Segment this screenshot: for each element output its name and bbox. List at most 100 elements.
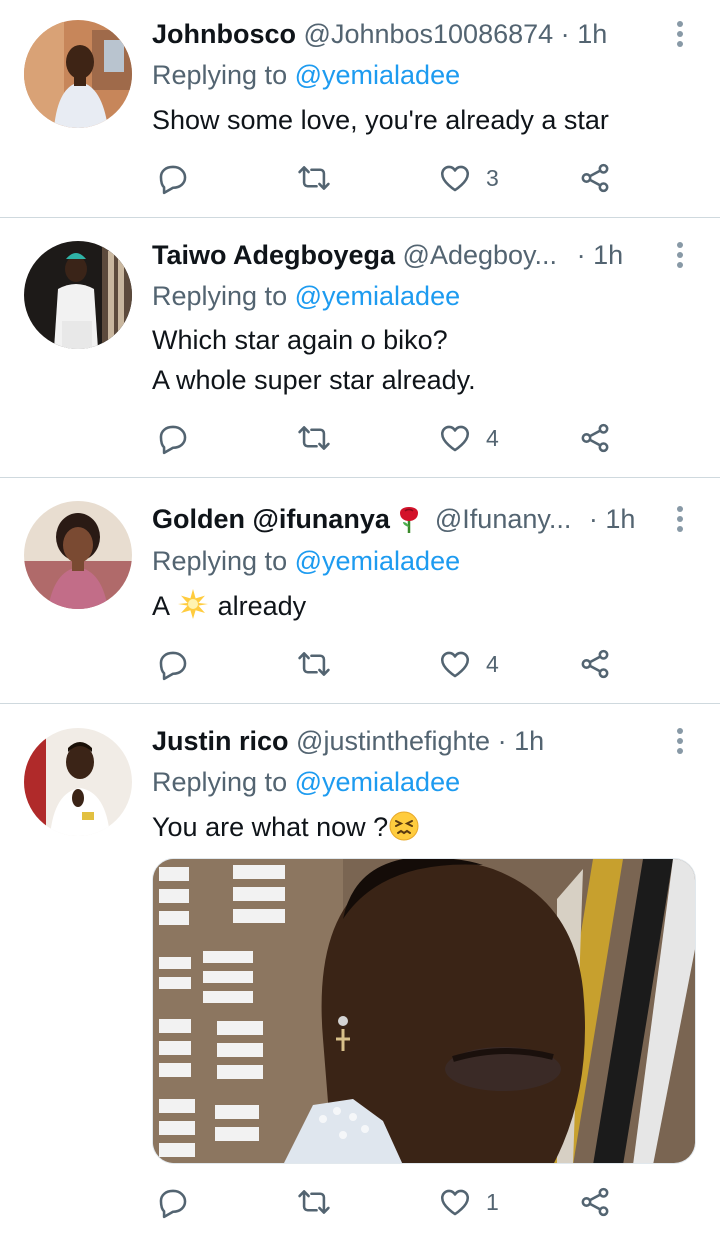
like-button[interactable]: 1 — [438, 1182, 499, 1222]
user-handle[interactable]: @justinthefighte — [296, 726, 490, 756]
reply-icon — [159, 1189, 187, 1219]
avatar-photo — [24, 501, 132, 609]
share-icon — [581, 649, 609, 679]
replying-to-label: Replying to — [152, 60, 288, 90]
replying-to: Replying to @yemialadee — [152, 279, 460, 313]
like-button[interactable]: 3 — [438, 158, 499, 198]
tweet-text-line: Show some love, you're already a star — [152, 105, 609, 135]
tweet-text-line: A whole super star already. — [152, 365, 476, 395]
tweet[interactable]: Taiwo Adegboyega @Adegboy... · 1h Replyi… — [0, 218, 720, 478]
replying-to: Replying to @yemialadee — [152, 544, 460, 578]
more-options-icon[interactable] — [670, 504, 690, 536]
replying-to-label: Replying to — [152, 767, 288, 797]
timestamp[interactable]: 1h — [593, 240, 623, 270]
reply-button[interactable] — [156, 1182, 190, 1222]
heart-icon — [440, 651, 470, 678]
replying-to-label: Replying to — [152, 281, 288, 311]
retweet-button[interactable] — [296, 418, 332, 458]
retweet-button[interactable] — [296, 1182, 332, 1222]
tweet-text-part: A — [152, 591, 169, 621]
retweet-icon — [298, 652, 330, 676]
tweet-text: A already — [152, 586, 680, 632]
display-name[interactable]: Golden @ifunanya — [152, 504, 390, 534]
avatar-photo — [24, 728, 132, 836]
user-handle[interactable]: @Ifunany... — [435, 504, 571, 534]
like-count: 4 — [486, 424, 499, 451]
tweet-actions: 4 — [0, 644, 720, 684]
replying-to-label: Replying to — [152, 546, 288, 576]
tweet[interactable]: Justin rico @justinthefighte · 1h Replyi… — [0, 704, 720, 1240]
like-count: 4 — [486, 650, 499, 677]
reply-icon — [159, 651, 187, 681]
attached-photo[interactable] — [152, 858, 696, 1164]
display-name[interactable]: Justin rico — [152, 726, 289, 756]
tweet-actions: 4 — [0, 418, 720, 458]
mention-link[interactable]: @yemialadee — [295, 767, 461, 797]
heart-icon — [440, 425, 470, 452]
like-count: 3 — [486, 164, 499, 191]
more-options-icon[interactable] — [670, 726, 690, 758]
mention-link[interactable]: @yemialadee — [295, 281, 461, 311]
retweet-icon — [298, 426, 330, 450]
display-name[interactable]: Taiwo Adegboyega — [152, 240, 395, 270]
reply-button[interactable] — [156, 418, 190, 458]
tweet-text-line: Which star again o biko? — [152, 325, 448, 355]
separator-dot: · — [497, 726, 507, 756]
tweet[interactable]: Golden @ifunanya @Ifunany... · 1h Replyi… — [0, 478, 720, 704]
like-button[interactable]: 4 — [438, 418, 499, 458]
display-name[interactable]: Johnbosco — [152, 19, 296, 49]
share-icon — [581, 163, 609, 193]
tweet-text: Show some love, you're already a star — [152, 100, 680, 140]
reply-icon — [159, 425, 187, 455]
reply-icon — [159, 165, 187, 195]
timestamp[interactable]: 1h — [605, 504, 635, 534]
separator-dot: · — [576, 240, 586, 270]
persevering-face-emoji — [388, 810, 420, 853]
mention-link[interactable]: @yemialadee — [295, 60, 461, 90]
tweet-actions: 3 — [0, 158, 720, 198]
star-emoji — [176, 587, 210, 632]
more-options-icon[interactable] — [670, 19, 690, 51]
tweet-header: Golden @ifunanya @Ifunany... · 1h — [152, 502, 660, 536]
tweet-text: Which star again o biko? A whole super s… — [152, 320, 680, 400]
separator-dot: · — [588, 504, 598, 534]
tweet-actions: 1 — [0, 1182, 720, 1222]
avatar[interactable] — [24, 728, 132, 836]
retweet-icon — [298, 166, 330, 190]
tweet-text: You are what now ? — [152, 807, 680, 853]
tweet-text-part: already — [217, 591, 307, 621]
share-button[interactable] — [578, 418, 612, 458]
share-button[interactable] — [578, 1182, 612, 1222]
user-handle[interactable]: @Johnbos10086874 — [304, 19, 554, 49]
reply-button[interactable] — [156, 644, 190, 684]
separator-dot: · — [560, 19, 570, 49]
tweet-header: Justin rico @justinthefighte · 1h — [152, 724, 660, 758]
share-button[interactable] — [578, 158, 612, 198]
photo-image — [153, 859, 695, 1163]
like-button[interactable]: 4 — [438, 644, 499, 684]
timestamp[interactable]: 1h — [514, 726, 544, 756]
retweet-button[interactable] — [296, 644, 332, 684]
timestamp[interactable]: 1h — [577, 19, 607, 49]
avatar[interactable] — [24, 20, 132, 128]
avatar-photo — [24, 20, 132, 128]
more-options-icon[interactable] — [670, 240, 690, 272]
tweet[interactable]: Johnbosco @Johnbos10086874 · 1h Replying… — [0, 0, 720, 218]
avatar[interactable] — [24, 501, 132, 609]
avatar[interactable] — [24, 241, 132, 349]
share-icon — [581, 1187, 609, 1217]
tweet-header: Taiwo Adegboyega @Adegboy... · 1h — [152, 238, 660, 272]
reply-button[interactable] — [156, 158, 190, 198]
share-button[interactable] — [578, 644, 612, 684]
retweet-icon — [298, 1190, 330, 1214]
heart-icon — [440, 1189, 470, 1216]
tweet-header: Johnbosco @Johnbos10086874 · 1h — [152, 17, 660, 51]
retweet-button[interactable] — [296, 158, 332, 198]
heart-icon — [440, 165, 470, 192]
mention-link[interactable]: @yemialadee — [295, 546, 461, 576]
replying-to: Replying to @yemialadee — [152, 58, 460, 92]
avatar-photo — [24, 241, 132, 349]
user-handle[interactable]: @Adegboy... — [403, 240, 558, 270]
like-count: 1 — [486, 1188, 499, 1215]
rose-emoji — [397, 506, 421, 536]
